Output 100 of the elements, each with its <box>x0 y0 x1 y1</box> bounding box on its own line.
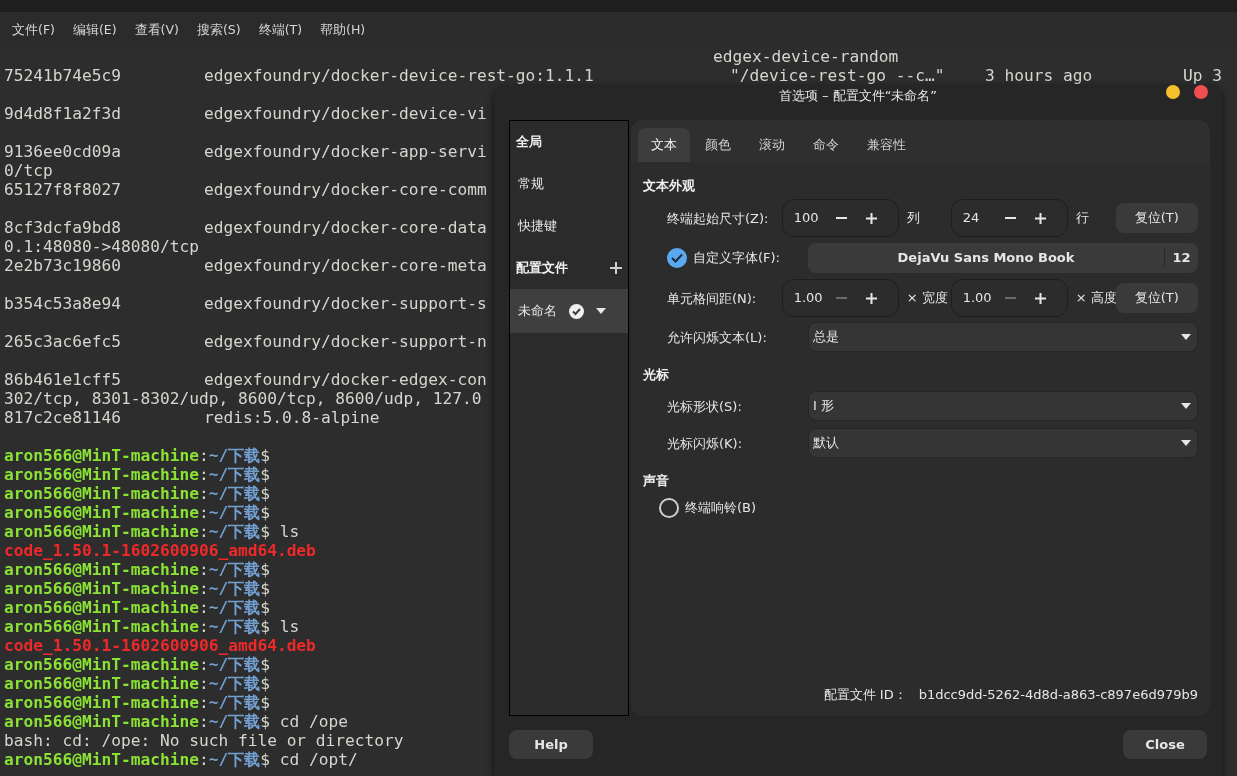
field-label: 单元格间距(N): <box>667 291 757 306</box>
container-field: 817c2ce81146 <box>4 408 121 428</box>
prompt-path: ~/下载 <box>208 673 261 694</box>
prompt-path: ~/下载 <box>208 464 261 485</box>
dropdown[interactable]: 默认 <box>808 427 1198 458</box>
tab[interactable]: 颜色 <box>692 128 744 162</box>
profile-name: 未命名 <box>518 302 557 321</box>
section-header: 配置文件 <box>516 259 568 278</box>
profile-item[interactable]: 未命名 <box>510 289 628 333</box>
container-field: 3 hours ago <box>985 66 1093 86</box>
menu-item[interactable]: 查看(V) <box>134 20 179 40</box>
prompt-separator: : <box>198 464 209 486</box>
prompt-sign: $ <box>260 483 270 504</box>
container-field: edgexfoundry/docker-device-rest-go:1.1.1 <box>204 66 594 86</box>
dropdown-value: I 形 <box>813 396 834 415</box>
menu-item[interactable]: 搜索(S) <box>196 20 241 40</box>
prompt-user: aron566@MinT-machine <box>4 464 199 486</box>
tab[interactable]: 滚动 <box>746 128 798 162</box>
dropdown[interactable]: I 形 <box>808 390 1198 421</box>
container-field: "/device-rest-go --c…" <box>730 66 945 86</box>
radio-button[interactable] <box>659 498 679 518</box>
prompt-user: aron566@MinT-machine <box>4 483 199 505</box>
field-label: 终端起始尺寸(Z): <box>667 211 769 226</box>
prompt-user: aron566@MinT-machine <box>4 502 199 524</box>
spin-field[interactable]: 100 <box>781 199 899 237</box>
prompt-separator: : <box>198 749 209 772</box>
prompt-sign: $ <box>260 445 270 466</box>
reset-button[interactable]: 复位(T) <box>1115 283 1198 313</box>
reset-button[interactable]: 复位(T) <box>1115 203 1198 233</box>
prompt-path: ~/下载 <box>208 692 261 713</box>
container-field: redis:5.0.8-alpine <box>204 408 380 428</box>
tab[interactable]: 兼容性 <box>854 128 919 162</box>
sidebar-item[interactable]: 常规 <box>510 163 628 205</box>
caret-icon <box>596 308 606 314</box>
menu-item[interactable]: 终端(T) <box>258 20 302 40</box>
menu-item[interactable]: 编辑(E) <box>72 20 117 40</box>
prompt-path: ~/下载 <box>208 445 261 466</box>
prompt-separator: : <box>198 673 209 695</box>
container-field: edgexfoundry/docker-core-data <box>204 218 487 238</box>
container-field: 9d4d8f1a2f3d <box>4 104 121 124</box>
unit-label: 行 <box>1075 209 1090 228</box>
tab[interactable]: 文本 <box>638 128 690 162</box>
prompt-user: aron566@MinT-machine <box>4 692 199 714</box>
container-field: edgexfoundry/docker-edgex-con <box>204 370 487 390</box>
tab[interactable]: 命令 <box>800 128 852 162</box>
prompt-sign: $ <box>260 502 270 523</box>
prompt-separator: : <box>198 597 209 619</box>
window-title: 首选项 – 配置文件“未命名” <box>778 87 938 106</box>
prompt-separator: : <box>198 445 209 467</box>
caret-icon <box>1181 333 1191 340</box>
terminal-output: 302/tcp, 8301-8302/udp, 8600/tcp, 8600/udp, 127.0 <box>4 388 482 411</box>
prompt-user: aron566@MinT-machine <box>4 597 199 619</box>
prompt-sign: $ <box>260 673 270 694</box>
plus-icon <box>1035 212 1047 224</box>
field-label: 光标形状(S): <box>667 398 742 414</box>
minus-icon <box>1005 217 1017 219</box>
dropdown[interactable]: 总是 <box>808 321 1198 352</box>
prompt-user: aron566@MinT-machine <box>4 655 199 676</box>
prompt-path: ~/下载 <box>208 597 261 618</box>
spin-field[interactable]: 1.00 <box>950 279 1068 317</box>
field-label: 允许闪烁文本(L): <box>667 329 767 345</box>
minus-icon <box>836 297 848 299</box>
prompt-sign: $ <box>260 655 270 675</box>
spin-field[interactable]: 1.00 <box>781 279 899 317</box>
field-label: 光标闪烁(K): <box>667 435 743 451</box>
prompt-user: aron566@MinT-machine <box>4 673 199 695</box>
field-label: 终端响铃(B) <box>685 499 757 518</box>
dropdown-value: 总是 <box>813 327 839 346</box>
minus-icon <box>836 217 848 219</box>
spin-value: 24 <box>961 209 981 228</box>
container-field: Up 3 <box>1183 66 1222 86</box>
check-icon <box>671 253 683 263</box>
dropdown-value: 默认 <box>813 433 839 452</box>
spin-field[interactable]: 24 <box>950 199 1068 237</box>
menu-item[interactable]: 帮助(H) <box>320 20 366 40</box>
add-icon[interactable] <box>610 262 622 274</box>
dialog-button[interactable]: Close <box>1123 730 1207 759</box>
spin-value: 100 <box>792 209 820 228</box>
prompt-user: aron566@MinT-machine <box>4 560 199 581</box>
minimize-button[interactable] <box>1166 85 1180 99</box>
container-field: edgexfoundry/docker-support-n <box>204 332 487 352</box>
section-title: 声音 <box>643 472 670 491</box>
container-field: 86b461e1cff5 <box>4 370 121 390</box>
container-field: edgexfoundry/docker-support-s <box>204 294 487 314</box>
checkbox[interactable] <box>667 248 687 268</box>
terminal-output: 0.1:48080->48080/tcp <box>4 236 199 259</box>
menu-item[interactable]: 文件(F) <box>12 20 55 40</box>
font-picker-button[interactable]: DejaVu Sans Mono Book 12 <box>808 243 1198 273</box>
prompt-sign: $ <box>260 464 270 485</box>
sidebar-item[interactable]: 快捷键 <box>510 205 628 247</box>
prompt-user: aron566@MinT-machine <box>4 578 199 600</box>
prompt-path: ~/下载 <box>208 560 261 580</box>
close-button[interactable] <box>1194 85 1208 99</box>
unit-label: 列 <box>906 209 921 228</box>
caret-icon <box>1181 402 1191 409</box>
dialog-button[interactable]: Help <box>509 730 593 759</box>
font-name: DejaVu Sans Mono Book <box>896 249 1076 268</box>
spin-value: 1.00 <box>961 289 993 308</box>
prompt-separator: : <box>198 655 209 676</box>
container-field: 2e2b73c19860 <box>4 256 121 276</box>
